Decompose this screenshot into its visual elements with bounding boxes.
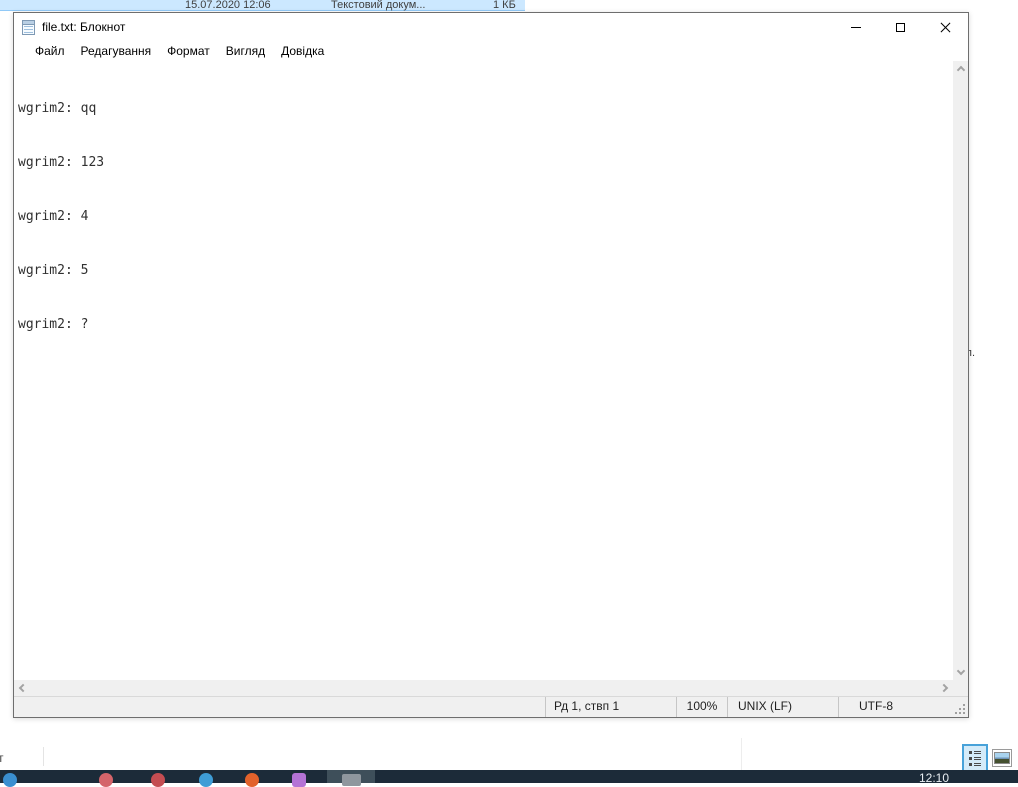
window-title: file.txt: Блокнот <box>42 20 126 34</box>
taskbar-app-icon[interactable] <box>99 773 113 787</box>
maximize-icon <box>896 22 905 32</box>
explorer-column-separator <box>741 738 742 770</box>
menu-view[interactable]: Вигляд <box>218 42 273 60</box>
thumbnails-view-icon <box>994 752 1010 764</box>
notepad-titlebar[interactable]: file.txt: Блокнот <box>14 13 968 41</box>
vertical-scrollbar[interactable] <box>953 61 968 680</box>
notepad-statusbar: Рд 1, ствп 1 100% UNIX (LF) UTF-8 <box>14 696 968 717</box>
details-view-icon <box>969 751 981 766</box>
close-icon <box>940 22 951 33</box>
text-line: wgrim2: qq <box>18 101 97 116</box>
chevron-down-icon <box>956 666 965 676</box>
explorer-column-separator <box>43 747 44 766</box>
menu-edit[interactable]: Редагування <box>73 42 160 60</box>
explorer-selected-file-row[interactable]: 15.07.2020 12:06 Текстовий докум... 1 КБ <box>0 0 525 11</box>
chevron-left-icon <box>18 683 28 693</box>
window-controls <box>833 13 968 41</box>
taskbar: 12:10 <box>0 770 1018 787</box>
chevron-right-icon <box>939 683 949 693</box>
text-line: wgrim2: ? <box>18 317 89 332</box>
notepad-app-icon <box>22 19 35 35</box>
menu-file[interactable]: Файл <box>27 42 73 60</box>
taskbar-app-icon[interactable] <box>292 773 306 787</box>
file-size: 1 КБ <box>493 0 516 11</box>
taskbar-app-icon[interactable] <box>3 773 17 787</box>
taskbar-active-app-button[interactable] <box>327 770 375 786</box>
background-text-fragment-bottom-left: т <box>0 751 4 765</box>
text-line: wgrim2: 5 <box>18 263 89 278</box>
text-line: wgrim2: 4 <box>18 209 89 224</box>
scrollbar-corner <box>953 680 968 696</box>
menu-format[interactable]: Формат <box>159 42 218 60</box>
resize-grip[interactable] <box>955 704 965 714</box>
notepad-text-area[interactable]: wgrim2: qq wgrim2: 123 wgrim2: 4 wgrim2:… <box>14 61 953 680</box>
scroll-up-button[interactable] <box>953 61 968 77</box>
taskbar-app-icon[interactable] <box>199 773 213 787</box>
scroll-down-button[interactable] <box>953 664 968 680</box>
taskbar-app-icon[interactable] <box>151 773 165 787</box>
taskbar-app-icon[interactable] <box>245 773 259 787</box>
maximize-button[interactable] <box>878 13 923 41</box>
thumbnails-view-button[interactable] <box>992 749 1012 767</box>
details-view-button[interactable] <box>962 744 988 772</box>
text-line: wgrim2: 123 <box>18 155 105 170</box>
status-line-ending: UNIX (LF) <box>727 697 838 717</box>
close-button[interactable] <box>923 13 968 41</box>
file-type: Текстовий докум... <box>331 0 426 11</box>
status-cursor-position: Рд 1, ствп 1 <box>545 697 676 717</box>
minimize-icon <box>850 26 861 28</box>
chevron-up-icon <box>956 65 965 75</box>
status-encoding: UTF-8 <box>838 697 968 717</box>
notepad-window: file.txt: Блокнот Файл Редагування Форма… <box>13 12 969 718</box>
status-zoom-level: 100% <box>676 697 727 717</box>
notepad-menubar: Файл Редагування Формат Вигляд Довідка <box>14 41 968 61</box>
minimize-button[interactable] <box>833 13 878 41</box>
active-app-icon <box>342 774 361 786</box>
horizontal-scrollbar[interactable] <box>14 680 953 696</box>
explorer-view-switcher <box>962 744 1012 772</box>
scroll-right-button[interactable] <box>937 680 953 696</box>
scroll-left-button[interactable] <box>14 680 30 696</box>
menu-help[interactable]: Довідка <box>273 42 332 60</box>
file-date-modified: 15.07.2020 12:06 <box>185 0 271 11</box>
